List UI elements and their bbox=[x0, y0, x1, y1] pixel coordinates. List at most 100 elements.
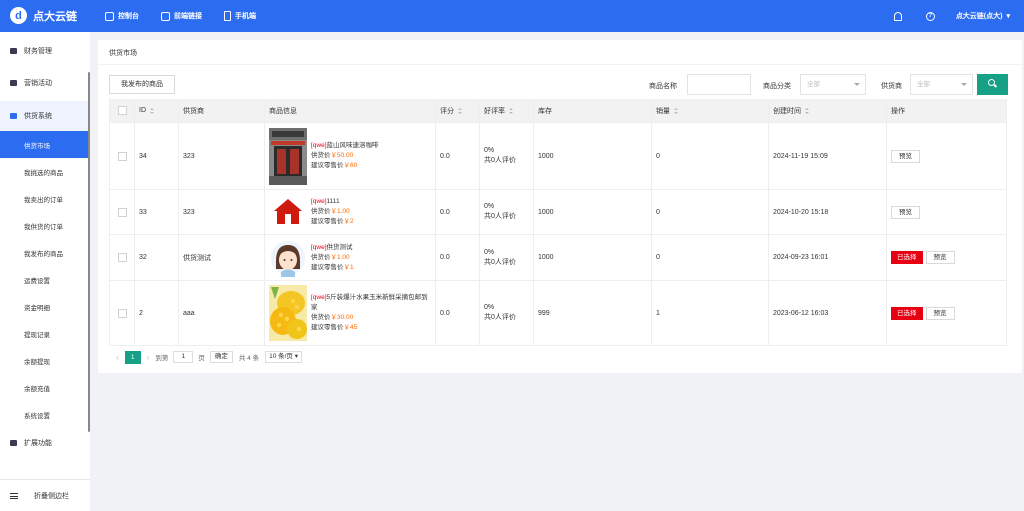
gift-icon bbox=[10, 79, 17, 86]
sidebar-item-withdraw[interactable]: 余额提现 bbox=[0, 347, 90, 374]
preview-button[interactable]: 预览 bbox=[925, 306, 955, 320]
table-row: 32 供货测试 [qwe]供货测试 供货价￥1.00 建议零售价￥1 0.0 0… bbox=[109, 235, 1007, 281]
product-name: 蓝山风味速溶咖啡 bbox=[326, 142, 379, 149]
col-score[interactable]: 评分 bbox=[436, 99, 480, 122]
product-name-input[interactable] bbox=[687, 74, 751, 95]
cell-created: 2024-10-20 15:18 bbox=[769, 190, 887, 234]
cell-created: 2024-09-23 16:01 bbox=[769, 235, 887, 280]
sidebar-item-withdraw-records[interactable]: 提现记录 bbox=[0, 320, 90, 347]
supply-price-label: 供货价 bbox=[311, 208, 331, 215]
sidebar-item-label: 营销活动 bbox=[24, 79, 52, 87]
row-checkbox[interactable] bbox=[117, 207, 127, 217]
topnav-label: 控制台 bbox=[118, 13, 139, 20]
user-menu[interactable]: 点大云链(点大) bbox=[956, 11, 1003, 21]
sidebar-item-my-picked[interactable]: 我挑选的商品 bbox=[0, 158, 90, 185]
col-created[interactable]: 创建时间 bbox=[769, 99, 887, 122]
help-icon[interactable]: ? bbox=[925, 11, 935, 21]
product-thumbnail[interactable] bbox=[269, 193, 307, 231]
puzzle-icon bbox=[10, 440, 17, 446]
sidebar-item-supply-market[interactable]: 供货市场 bbox=[0, 131, 90, 158]
product-thumbnail[interactable] bbox=[269, 127, 307, 185]
girl-avatar-image bbox=[269, 238, 307, 277]
chevron-down-icon: ▾ bbox=[1006, 13, 1010, 20]
select-all-checkbox[interactable] bbox=[117, 106, 127, 115]
preview-button[interactable]: 预览 bbox=[891, 205, 920, 219]
row-select-cell bbox=[109, 190, 135, 234]
sidebar-scrollbar[interactable] bbox=[88, 72, 90, 432]
sidebar-item-shipping[interactable]: 运费设置 bbox=[0, 266, 90, 293]
supplier-select[interactable]: 全部 bbox=[910, 74, 973, 95]
sidebar-item-my-supply-orders[interactable]: 我供货的订单 bbox=[0, 212, 90, 239]
sidebar-item-extensions[interactable]: 扩展功能 bbox=[0, 428, 90, 458]
product-title[interactable]: [qwe]5斤装爆汁水果玉米新鲜采摘包邮到家 bbox=[311, 293, 429, 313]
my-published-button[interactable]: 我发布的商品 bbox=[109, 75, 175, 94]
collapse-sidebar-button[interactable]: 折叠侧边栏 bbox=[0, 479, 90, 511]
sidebar-item-system-settings[interactable]: 系统设置 bbox=[0, 401, 90, 428]
topnav-dashboard[interactable]: 控制台 bbox=[105, 11, 139, 21]
cell-product-info: [qwe]1111 供货价￥1.00 建议零售价￥2 bbox=[265, 190, 436, 234]
search-button[interactable] bbox=[977, 74, 1008, 95]
sidebar-item-supply[interactable]: 供货系统 bbox=[0, 101, 90, 131]
product-title[interactable]: [qwe]蓝山风味速溶咖啡 bbox=[311, 141, 379, 151]
cell-sales: 0 bbox=[652, 123, 769, 189]
col-stock: 库存 bbox=[534, 99, 652, 122]
review-count: 共0人评价 bbox=[484, 213, 516, 220]
product-thumbnail[interactable] bbox=[269, 238, 307, 277]
sidebar-item-funds[interactable]: 资金明细 bbox=[0, 293, 90, 320]
sidebar-item-label: 扩展功能 bbox=[24, 440, 52, 447]
retail-price-line: 建议零售价￥45 bbox=[311, 323, 429, 333]
topnav-frontend-links[interactable]: 前端链接 bbox=[161, 11, 202, 21]
retail-price: ￥2 bbox=[343, 218, 354, 225]
col-id[interactable]: ID bbox=[135, 99, 179, 122]
supplier-value: 全部 bbox=[917, 81, 930, 88]
sort-icon bbox=[805, 107, 809, 114]
page-1-button[interactable]: 1 bbox=[124, 350, 141, 364]
prev-page-button[interactable]: ‹ bbox=[116, 353, 119, 362]
sidebar-item-my-sold-orders[interactable]: 我卖出的订单 bbox=[0, 185, 90, 212]
col-rate[interactable]: 好评率 bbox=[480, 99, 534, 122]
cell-stock: 999 bbox=[534, 281, 652, 345]
goto-page-input[interactable]: 1 bbox=[173, 351, 194, 363]
next-page-button[interactable]: › bbox=[147, 353, 150, 362]
cell-sales: 1 bbox=[652, 281, 769, 345]
preview-button[interactable]: 预览 bbox=[925, 251, 955, 264]
product-info: [qwe]供货测试 供货价￥1.00 建议零售价￥1 bbox=[269, 238, 354, 277]
rate-value: 0% bbox=[484, 304, 495, 311]
goto-confirm-button[interactable]: 确定 bbox=[209, 351, 233, 363]
total-count: 共 4 条 bbox=[238, 355, 260, 362]
product-title[interactable]: [qwe]供货测试 bbox=[311, 243, 354, 253]
bell-icon[interactable] bbox=[893, 11, 902, 21]
category-select[interactable]: 全部 bbox=[800, 74, 866, 95]
product-thumbnail[interactable] bbox=[269, 285, 307, 341]
retail-price-line: 建议零售价￥60 bbox=[311, 161, 379, 171]
preview-button[interactable]: 预览 bbox=[891, 149, 920, 163]
cell-rate: 0% 共0人评价 bbox=[480, 190, 534, 234]
sidebar-item-marketing[interactable]: 营销活动 bbox=[0, 64, 90, 101]
page-size-select[interactable]: 10 条/页 ▾ bbox=[265, 351, 302, 363]
row-select-cell bbox=[109, 281, 135, 345]
supply-price-line: 供货价￥1.00 bbox=[311, 253, 354, 263]
sidebar-item-recharge[interactable]: 余额充值 bbox=[0, 374, 90, 401]
product-tag: [qwe] bbox=[311, 243, 327, 251]
supply-price-line: 供货价￥1.00 bbox=[311, 207, 354, 217]
supply-price-label: 供货价 bbox=[311, 314, 331, 321]
row-checkbox[interactable] bbox=[117, 253, 127, 262]
sidebar-item-finance[interactable]: 财务管理 bbox=[0, 37, 90, 64]
sidebar-item-my-published[interactable]: 我发布的商品 bbox=[0, 239, 90, 266]
col-label: 操作 bbox=[891, 107, 905, 115]
product-text: [qwe]5斤装爆汁水果玉米新鲜采摘包邮到家 供货价￥30.00 建议零售价￥4… bbox=[311, 293, 429, 333]
sort-icon bbox=[509, 107, 513, 114]
retail-price-label: 建议零售价 bbox=[311, 263, 344, 271]
selected-button[interactable]: 已选择 bbox=[891, 306, 923, 320]
row-checkbox[interactable] bbox=[117, 151, 127, 161]
col-sales[interactable]: 销量 bbox=[652, 99, 769, 122]
product-title[interactable]: [qwe]1111 bbox=[311, 197, 354, 207]
topnav-mobile[interactable]: 手机端 bbox=[224, 11, 256, 21]
edit-icon bbox=[161, 11, 170, 21]
product-text: [qwe]1111 供货价￥1.00 建议零售价￥2 bbox=[311, 197, 354, 227]
app-logo[interactable]: d 点大云链 bbox=[10, 7, 77, 24]
row-checkbox[interactable] bbox=[117, 308, 127, 318]
selected-button[interactable]: 已选择 bbox=[891, 251, 923, 264]
cell-id: 32 bbox=[135, 235, 179, 280]
top-nav: 控制台 前端链接 手机端 bbox=[105, 0, 278, 32]
